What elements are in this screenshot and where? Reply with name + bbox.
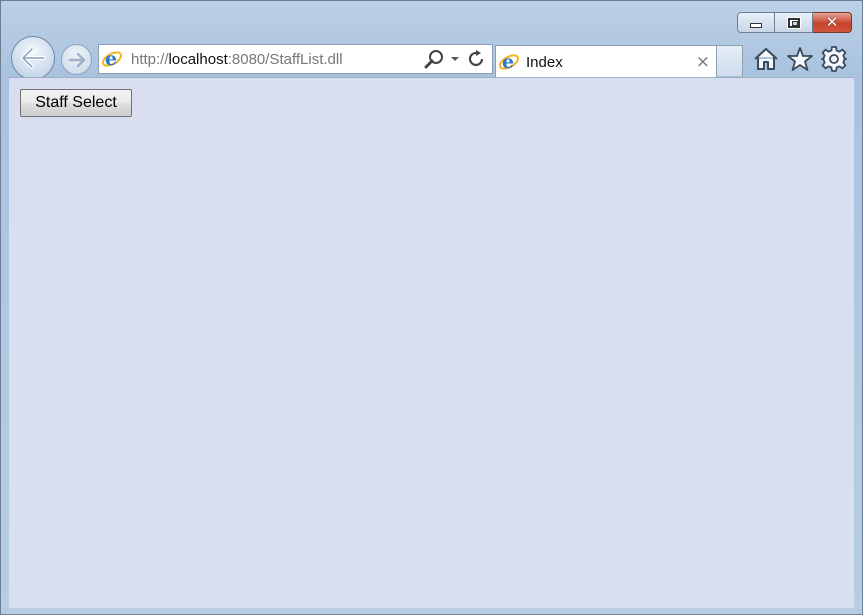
page-content: Staff Select	[9, 77, 854, 608]
close-window-button[interactable]: ✕	[813, 12, 852, 33]
address-bar[interactable]: e http://localhost:8080/StaffList.dll	[98, 44, 493, 74]
command-icons	[752, 44, 848, 74]
maximize-button[interactable]	[775, 12, 813, 33]
url-path: :8080/StaffList.dll	[227, 50, 343, 68]
dropdown-icon[interactable]	[450, 55, 460, 63]
close-icon: ✕	[825, 13, 839, 31]
minimize-button[interactable]	[737, 12, 775, 33]
favorites-star-icon[interactable]	[786, 44, 814, 74]
new-tab-button[interactable]	[717, 45, 743, 76]
address-tools	[424, 49, 486, 69]
url-host: localhost	[168, 50, 228, 68]
back-arrow-icon	[21, 47, 46, 69]
tab-index[interactable]: e Index ×	[495, 45, 717, 78]
browser-window: ✕ e http://localhost:8080/StaffList.dll	[0, 0, 863, 615]
home-icon[interactable]	[752, 44, 780, 74]
refresh-icon[interactable]	[466, 49, 486, 69]
ie-logo-icon: e	[99, 46, 125, 72]
svg-text:e: e	[502, 51, 514, 73]
tab-title: Index	[526, 53, 563, 71]
url-scheme: http://	[131, 50, 169, 68]
settings-gear-icon[interactable]	[820, 44, 848, 74]
forward-button[interactable]	[61, 44, 92, 75]
staff-select-button[interactable]: Staff Select	[20, 89, 132, 117]
minimize-icon	[750, 23, 762, 28]
svg-text:e: e	[105, 48, 117, 70]
window-caption-buttons: ✕	[737, 12, 852, 33]
url-text[interactable]: http://localhost:8080/StaffList.dll	[131, 51, 424, 68]
back-button[interactable]	[11, 36, 55, 80]
tab-favicon-icon: e	[496, 49, 522, 75]
tab-close-icon[interactable]: ×	[696, 52, 710, 72]
forward-arrow-icon	[68, 52, 85, 67]
restore-icon	[787, 17, 800, 28]
search-icon[interactable]	[424, 49, 444, 69]
